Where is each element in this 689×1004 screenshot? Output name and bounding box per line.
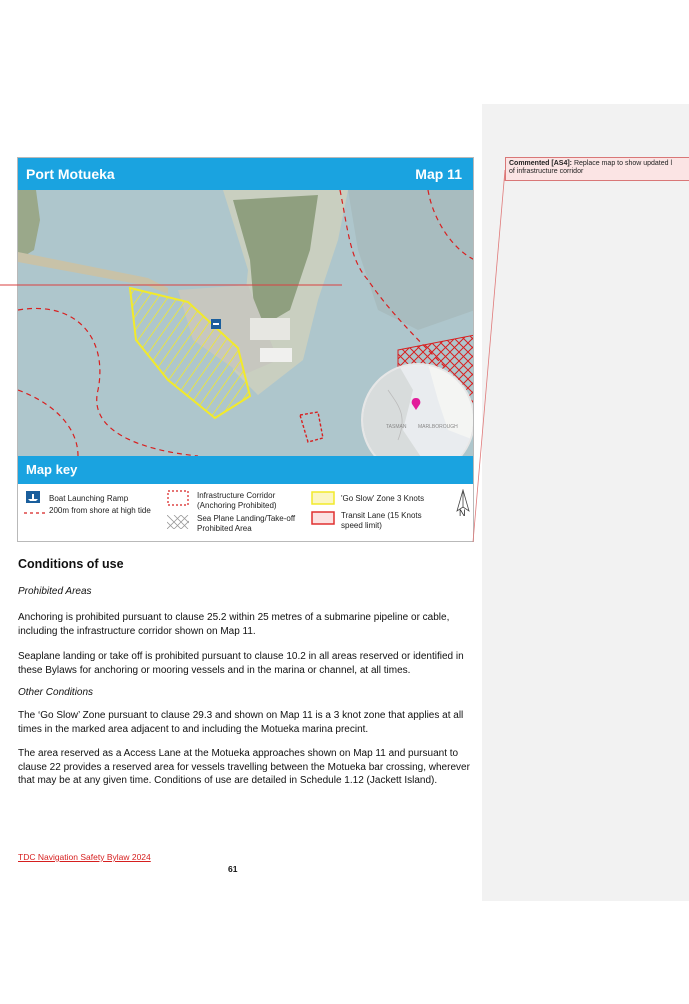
comment-pane xyxy=(482,104,689,901)
legend-seaplane-prohibited: Sea Plane Landing/Take-off Prohibited Ar… xyxy=(197,514,296,533)
corridor-box-icon xyxy=(167,490,189,506)
comment-author: Commented [AS4]: xyxy=(509,160,573,167)
map-header: Port Motueka Map 11 xyxy=(18,158,473,191)
map-title: Port Motueka xyxy=(26,166,115,182)
comment-balloon[interactable]: Commented [AS4]: Replace map to show upd… xyxy=(505,157,689,181)
inset-label-tasman: TASMAN xyxy=(386,424,407,430)
dashed-shore-line-icon xyxy=(24,512,46,514)
paragraph-anchoring: Anchoring is prohibited pursuant to clau… xyxy=(18,612,450,637)
map-key-header: Map key xyxy=(18,456,473,484)
footer-bylaw-link[interactable]: TDC Navigation Safety Bylaw 2024 xyxy=(18,852,151,862)
legend-go-slow: 'Go Slow' Zone 3 Knots xyxy=(341,494,425,503)
north-arrow-icon xyxy=(456,489,470,512)
legend-200m-shore: 200m from shore at high tide xyxy=(49,506,151,515)
boat-ramp-icon xyxy=(26,491,40,503)
legend-boat-ramp: Boat Launching Ramp xyxy=(49,494,129,503)
map-key: Boat Launching Ramp 200m from shore at h… xyxy=(18,484,473,541)
yellow-zone-icon xyxy=(311,491,335,505)
inset-label-marlborough: MARLBOROUGH xyxy=(418,424,458,430)
page-number: 61 xyxy=(228,864,238,874)
crosshatch-icon xyxy=(167,515,189,529)
comment-text: Replace map to show updated l xyxy=(573,160,673,167)
aerial-map: TASMAN MARLBOROUGH xyxy=(18,190,473,456)
comment-text-line2: of infrastructure corridor xyxy=(509,168,584,175)
map-number: Map 11 xyxy=(415,166,462,182)
map-figure: Port Motueka Map 11 TASMAN MARLBOROUGH M… xyxy=(17,157,474,542)
prohibited-areas-subheading: Prohibited Areas xyxy=(18,586,92,597)
other-conditions-subheading: Other Conditions xyxy=(18,687,94,698)
map-key-title: Map key xyxy=(26,462,78,477)
conditions-heading: Conditions of use xyxy=(18,557,124,571)
north-label: N xyxy=(459,508,466,518)
paragraph-seaplane: Seaplane landing or take off is prohibit… xyxy=(18,651,464,676)
paragraph-go-slow: The ‘Go Slow’ Zone pursuant to clause 29… xyxy=(18,710,464,735)
red-lane-icon xyxy=(311,511,335,525)
legend-transit-lane: Transit Lane (15 Knots speed limit) xyxy=(341,511,422,530)
legend-infrastructure-corridor: Infrastructure Corridor (Anchoring Prohi… xyxy=(197,491,277,510)
paragraph-access-lane: The area reserved as a Access Lane at th… xyxy=(18,748,470,786)
